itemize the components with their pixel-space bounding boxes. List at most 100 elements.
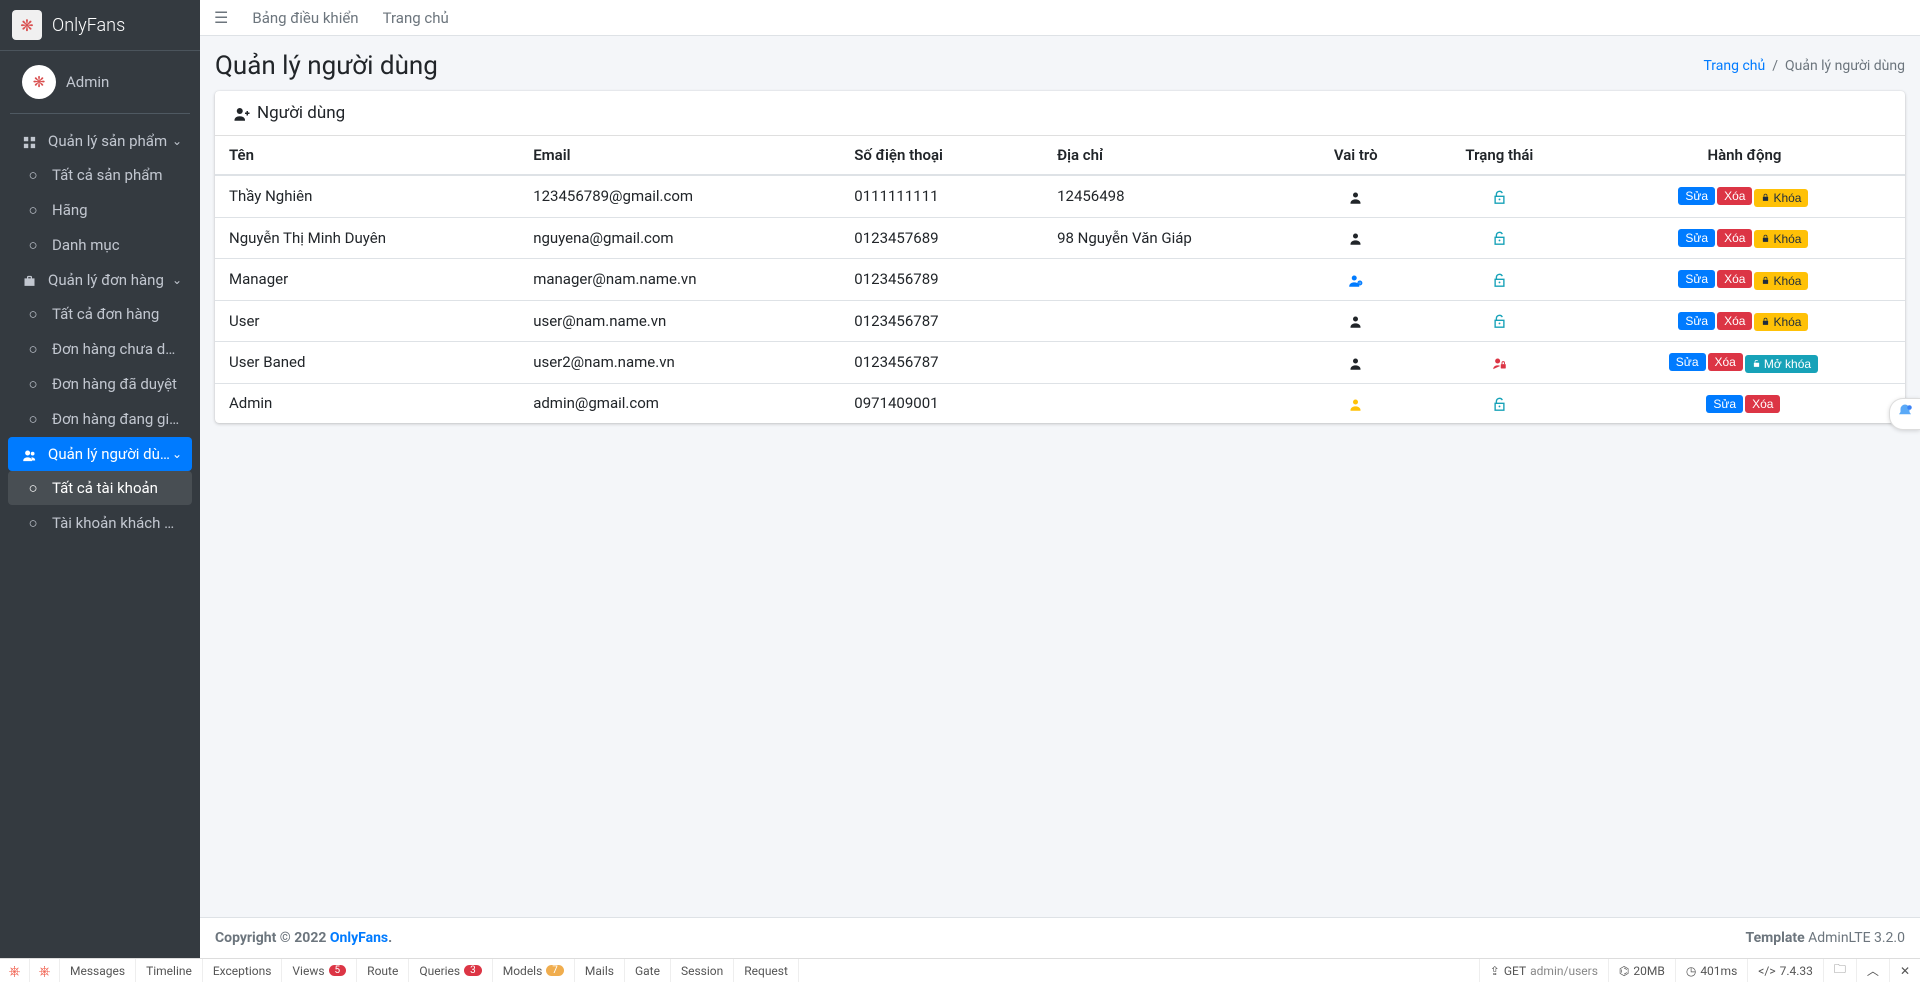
cell-phone: 0111111111 (840, 175, 1043, 217)
delete-button[interactable]: Xóa (1717, 229, 1752, 247)
sidebar-item-all-products[interactable]: ○Tất cả sản phẩm (8, 158, 192, 192)
bell-icon (1896, 403, 1914, 421)
debugbar-tab-gate[interactable]: Gate (625, 959, 671, 982)
unlock-button[interactable]: Mở khóa (1745, 355, 1818, 373)
circle-icon: ○ (22, 410, 44, 428)
debugbar-tab-timeline[interactable]: Timeline (136, 959, 203, 982)
debugbar-tab-views[interactable]: Views5 (282, 959, 357, 982)
debugbar-php-version[interactable]: </>7.4.33 (1747, 959, 1823, 982)
unlock-status-icon (1492, 229, 1507, 247)
cell-status (1415, 300, 1584, 342)
debugbar-tab-session[interactable]: Session (671, 959, 734, 982)
circle-icon: ○ (22, 201, 44, 219)
debugbar-tab-models[interactable]: Models7 (493, 959, 575, 982)
user-role-icon (1348, 229, 1363, 247)
lock-button[interactable]: Khóa (1754, 230, 1808, 248)
sidebar-item-label: Đơn hàng chưa duyệt (52, 340, 182, 358)
sidebar-item-brands[interactable]: ○ Hãng (8, 193, 192, 227)
breadcrumb-home-link[interactable]: Trang chủ (1703, 58, 1765, 74)
sidebar-item-label: Hãng (52, 201, 182, 219)
delete-button[interactable]: Xóa (1745, 395, 1780, 413)
sidebar-item-label: Tất cả sản phẩm (52, 166, 182, 184)
th-actions: Hành động (1584, 136, 1905, 175)
debugbar-tab-messages[interactable]: Messages (60, 959, 136, 982)
cell-address (1043, 342, 1297, 384)
lock-button[interactable]: Khóa (1754, 313, 1808, 331)
debugbar-collapse-button[interactable]: ︿ (1856, 959, 1889, 982)
sidebar-item-orders[interactable]: Quản lý đơn hàng ⌄ (8, 263, 192, 297)
cell-address (1043, 300, 1297, 342)
cell-address (1043, 259, 1297, 301)
debugbar-folder-button[interactable]: 🗀 (1823, 959, 1856, 982)
debugbar-tab-queries[interactable]: Queries3 (409, 959, 492, 982)
topnav-dashboard-link[interactable]: Bảng điều khiển (252, 9, 358, 27)
debugbar-memory[interactable]: ⌬20MB (1608, 959, 1675, 982)
edit-button[interactable]: Sửa (1669, 353, 1706, 371)
debugbar-time[interactable]: ◷401ms (1675, 959, 1747, 982)
sidebar-item-users[interactable]: Quản lý người dùng ⌄ (8, 437, 192, 471)
table-row: Thầy Nghiên123456789@gmail.com0111111111… (215, 175, 1905, 217)
th-name: Tên (215, 136, 519, 175)
debugbar-tab-exceptions[interactable]: Exceptions (203, 959, 283, 982)
delete-button[interactable]: Xóa (1717, 312, 1752, 330)
cell-role (1297, 175, 1415, 217)
lock-icon (1761, 192, 1770, 203)
cell-address (1043, 383, 1297, 423)
sidebar-item-all-accounts[interactable]: ○ Tất cả tài khoản (8, 471, 192, 505)
edit-button[interactable]: Sửa (1678, 270, 1715, 288)
card-title: Người dùng (257, 103, 345, 123)
briefcase-icon (18, 271, 40, 289)
sidebar-item-categories[interactable]: ○Danh mục (8, 228, 192, 262)
sidebar-item-all-orders[interactable]: ○Tất cả đơn hàng (8, 297, 192, 331)
table-row: Useruser@nam.name.vn0123456787SửaXóaKhóa (215, 300, 1905, 342)
cell-name: User Baned (215, 342, 519, 384)
laravel-icon[interactable]: ⎈ (30, 959, 60, 982)
edit-button[interactable]: Sửa (1678, 229, 1715, 247)
sidebar-item-label: Tất cả tài khoản (52, 479, 182, 497)
delete-button[interactable]: Xóa (1717, 270, 1752, 288)
user-panel[interactable]: ❋ Admin (10, 51, 190, 114)
brand[interactable]: ❋ OnlyFans (0, 0, 200, 51)
sidebar-item-shipping-orders[interactable]: ○Đơn hàng đang giao (8, 402, 192, 436)
cell-status (1415, 175, 1584, 217)
sidebar-item-label: Quản lý sản phẩm (48, 132, 172, 150)
floating-widget-button[interactable] (1889, 398, 1920, 430)
debugbar-close-button[interactable]: ✕ (1889, 959, 1920, 982)
circle-icon: ○ (22, 305, 44, 323)
circle-icon: ○ (22, 479, 44, 497)
lock-icon (1761, 234, 1770, 245)
debugbar-tab-route[interactable]: Route (357, 959, 409, 982)
debugbar-tab-mails[interactable]: Mails (575, 959, 625, 982)
cell-phone: 0123457689 (840, 217, 1043, 259)
cell-name: Nguyễn Thị Minh Duyên (215, 217, 519, 259)
cell-email: nguyena@gmail.com (519, 217, 840, 259)
lock-button[interactable]: Khóa (1754, 272, 1808, 290)
users-card: Người dùng Tên Email Số điện thoại Địa c… (215, 91, 1905, 423)
models-count-badge: 7 (546, 965, 564, 976)
sidebar-item-customer-accounts[interactable]: ○Tài khoản khách hàng (8, 506, 192, 540)
sidebar-item-products[interactable]: Quản lý sản phẩm ⌄ (8, 124, 192, 158)
breadcrumb-separator: / (1772, 58, 1778, 74)
sidebar-item-label: Quản lý đơn hàng (48, 271, 172, 289)
laravel-icon[interactable]: ⎈ (0, 959, 30, 982)
debugbar-request-info[interactable]: ⇪GET admin/users (1479, 959, 1608, 982)
copyright-link[interactable]: OnlyFans (330, 930, 388, 946)
delete-button[interactable]: Xóa (1708, 353, 1743, 371)
sidebar-item-approved-orders[interactable]: ○Đơn hàng đã duyệt (8, 367, 192, 401)
lock-button[interactable]: Khóa (1754, 189, 1808, 207)
debugbar-tab-request[interactable]: Request (734, 959, 799, 982)
edit-button[interactable]: Sửa (1678, 312, 1715, 330)
cell-role (1297, 217, 1415, 259)
th-phone: Số điện thoại (840, 136, 1043, 175)
edit-button[interactable]: Sửa (1678, 187, 1715, 205)
cell-name: Thầy Nghiên (215, 175, 519, 217)
menu-toggle-icon[interactable]: ☰ (214, 8, 228, 27)
edit-button[interactable]: Sửa (1706, 395, 1743, 413)
cell-actions: SửaXóaKhóa (1584, 217, 1905, 259)
cell-phone: 0123456789 (840, 259, 1043, 301)
sidebar-item-label: Quản lý người dùng (48, 445, 172, 463)
cell-actions: SửaXóaMở khóa (1584, 342, 1905, 384)
delete-button[interactable]: Xóa (1717, 187, 1752, 205)
sidebar-item-pending-orders[interactable]: ○Đơn hàng chưa duyệt (8, 332, 192, 366)
topnav-home-link[interactable]: Trang chủ (383, 9, 449, 27)
